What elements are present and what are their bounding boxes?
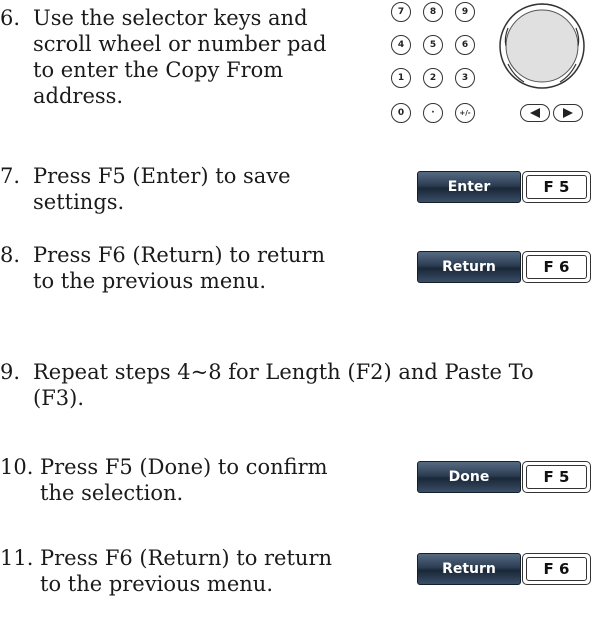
step-number: 6.: [0, 6, 21, 30]
step-number: 9.: [0, 360, 21, 384]
f5-key: F 5: [522, 461, 591, 493]
enter-softkey: Enter: [417, 171, 521, 203]
step-number: 11.: [0, 546, 34, 570]
step-line: (F3).: [33, 386, 84, 410]
step-line: Press F6 (Return) to return: [33, 243, 326, 267]
left-arrow-icon: [520, 104, 550, 122]
key-0: 0: [391, 103, 411, 123]
step-line: scroll wheel or number pad: [33, 32, 327, 56]
step-11: 11. Press F6 (Return) to return to the p…: [0, 546, 380, 598]
key-3: 3: [455, 68, 475, 88]
step-9: 9. Repeat steps 4~8 for Length (F2) and …: [0, 360, 599, 412]
f6-key: F 6: [522, 553, 591, 585]
key-6: 6: [455, 35, 475, 55]
f5-key-label: F 5: [526, 465, 587, 489]
step-number: 7.: [0, 164, 21, 188]
key-1: 1: [391, 68, 411, 88]
step-line: the selection.: [40, 481, 184, 505]
step-line: Press F5 (Done) to confirm: [40, 455, 328, 479]
step-line: Press F5 (Enter) to save: [33, 164, 291, 188]
step-number: 10.: [0, 455, 34, 479]
step-10: 10. Press F5 (Done) to confirm the selec…: [0, 455, 380, 507]
f5-key: F 5: [522, 171, 591, 203]
return-softkey: Return: [417, 251, 521, 283]
key-4: 4: [391, 35, 411, 55]
key-dot: ·: [423, 103, 443, 123]
key-2: 2: [423, 68, 443, 88]
key-5: 5: [423, 35, 443, 55]
right-arrow-icon: [553, 104, 583, 122]
done-softkey: Done: [417, 461, 521, 493]
step-line: settings.: [33, 190, 125, 214]
keypad-illustration: 7 8 9 4 5 6 1 2 3 0 · +/-: [385, 0, 599, 132]
f6-key-label: F 6: [526, 255, 587, 279]
step-line: Repeat steps 4~8 for Length (F2) and Pas…: [33, 360, 534, 384]
f6-key: F 6: [522, 251, 591, 283]
step-number: 8.: [0, 243, 21, 267]
key-7: 7: [391, 2, 411, 22]
step-line: to enter the Copy From: [33, 58, 284, 82]
step-line: to the previous menu.: [40, 572, 273, 596]
step-7: 7. Press F5 (Enter) to save settings.: [0, 164, 380, 216]
step-line: Use the selector keys and: [33, 6, 308, 30]
f6-key-label: F 6: [526, 557, 587, 581]
scroll-wheel-icon: [499, 3, 585, 89]
key-8: 8: [423, 2, 443, 22]
f5-key-label: F 5: [526, 175, 587, 199]
return-softkey: Return: [417, 553, 521, 585]
step-line: address.: [33, 84, 124, 108]
step-line: to the previous menu.: [33, 269, 266, 293]
step-6: 6. Use the selector keys and scroll whee…: [0, 6, 380, 116]
key-9: 9: [455, 2, 475, 22]
step-8: 8. Press F6 (Return) to return to the pr…: [0, 243, 380, 295]
key-plus-minus: +/-: [455, 103, 475, 123]
step-line: Press F6 (Return) to return: [40, 546, 333, 570]
